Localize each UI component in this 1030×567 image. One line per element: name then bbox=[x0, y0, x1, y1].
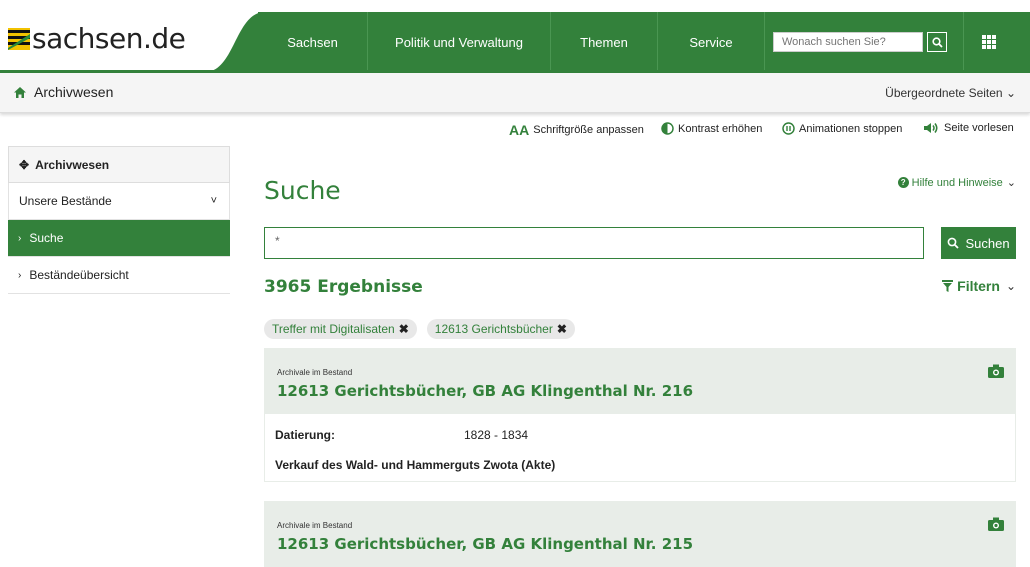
result-kicker: Archivale im Bestand bbox=[277, 368, 353, 377]
active-filters: Treffer mit Digitalisaten ✖ 12613 Gerich… bbox=[264, 319, 575, 339]
contrast-label: Kontrast erhöhen bbox=[678, 122, 763, 135]
search-button[interactable]: Suchen bbox=[941, 227, 1016, 259]
result-count: 3965 Ergebnisse bbox=[264, 277, 423, 297]
filter-chip-label: 12613 Gerichtsbücher bbox=[434, 322, 553, 336]
search-button-label: Suchen bbox=[965, 235, 1010, 251]
nav-service[interactable]: Service bbox=[658, 12, 765, 72]
saxony-coat-of-arms-icon bbox=[8, 27, 30, 50]
chevron-down-icon: ˅ bbox=[210, 195, 217, 207]
sidebar-item-suche[interactable]: › Suche bbox=[8, 220, 230, 257]
animations-label: Animationen stoppen bbox=[799, 122, 903, 135]
grid-icon bbox=[982, 35, 996, 49]
parent-pages-label: Übergeordnete Seiten bbox=[885, 86, 1003, 100]
main-navigation: Sachsen Politik und Verwaltung Themen Se… bbox=[258, 12, 1030, 72]
contrast-icon bbox=[661, 122, 674, 135]
filter-chip[interactable]: 12613 Gerichtsbücher ✖ bbox=[426, 319, 575, 339]
accessibility-toolbar: AA Schriftgröße anpassen Kontrast erhöhe… bbox=[0, 122, 1030, 142]
logo-text: sachsen.de bbox=[32, 22, 186, 55]
search-icon bbox=[948, 237, 960, 249]
nav-politik-verwaltung[interactable]: Politik und Verwaltung bbox=[368, 12, 551, 72]
result-title-link[interactable]: 12613 Gerichtsbücher, GB AG Klingenthal … bbox=[277, 382, 693, 400]
home-icon bbox=[14, 86, 26, 98]
sidebar-item-label: Unsere Bestände bbox=[19, 194, 112, 208]
nav-themen[interactable]: Themen bbox=[551, 12, 658, 72]
chevron-down-icon: ⌄ bbox=[1005, 86, 1016, 100]
sidebar: ✥ Archivwesen Unsere Bestände ˅ › Suche … bbox=[8, 146, 230, 294]
result-card-header: Archivale im Bestand 12613 Gerichtsbüche… bbox=[264, 501, 1016, 567]
search-icon bbox=[931, 36, 943, 48]
search-input[interactable]: * bbox=[264, 227, 924, 259]
result-description: Verkauf des Wald- und Hammerguts Zwota (… bbox=[275, 458, 556, 472]
close-icon[interactable]: ✖ bbox=[399, 322, 409, 336]
close-icon[interactable]: ✖ bbox=[557, 322, 567, 336]
pause-icon bbox=[782, 122, 795, 135]
chevron-right-icon: › bbox=[18, 269, 22, 281]
help-link[interactable]: ? Hilfe und Hinweise ⌄ bbox=[897, 176, 1016, 189]
filter-chip[interactable]: Treffer mit Digitalisaten ✖ bbox=[264, 319, 417, 339]
section-bar: Archivwesen Übergeordnete Seiten ⌄ bbox=[0, 73, 1030, 113]
chevron-down-icon: ⌄ bbox=[1006, 177, 1016, 189]
contrast-tool[interactable]: Kontrast erhöhen bbox=[661, 122, 762, 135]
filter-toggle[interactable]: Filtern ⌄ bbox=[942, 278, 1016, 294]
header-search-input[interactable] bbox=[773, 32, 923, 52]
result-card-header: Archivale im Bestand 12613 Gerichtsbüche… bbox=[264, 348, 1016, 414]
nav-sachsen[interactable]: Sachsen bbox=[258, 12, 368, 72]
sidebar-item-label: Archivwesen bbox=[35, 157, 110, 172]
chevron-down-icon: ⌄ bbox=[1005, 279, 1016, 293]
section-home-link[interactable]: Archivwesen bbox=[14, 84, 113, 100]
camera-icon bbox=[988, 517, 1004, 531]
filter-icon bbox=[942, 280, 954, 292]
read-aloud-label: Seite vorlesen bbox=[944, 122, 1014, 134]
sidebar-item-bestaende[interactable]: Unsere Bestände ˅ bbox=[8, 183, 230, 220]
result-card-body: Datierung: 1828 - 1834 Verkauf des Wald-… bbox=[264, 414, 1016, 482]
sidebar-item-label: Suche bbox=[29, 231, 64, 245]
animations-tool[interactable]: Animationen stoppen bbox=[782, 122, 902, 135]
speaker-icon bbox=[924, 123, 938, 133]
sidebar-item-label: Beständeübersicht bbox=[29, 268, 129, 282]
font-size-tool[interactable]: AA Schriftgröße anpassen bbox=[509, 122, 644, 138]
result-card: Archivale im Bestand 12613 Gerichtsbüche… bbox=[264, 348, 1016, 482]
filter-chip-label: Treffer mit Digitalisaten bbox=[272, 322, 395, 336]
header-search bbox=[765, 12, 964, 72]
header-search-button[interactable] bbox=[927, 32, 947, 52]
apps-menu-button[interactable] bbox=[964, 12, 1014, 72]
font-size-label: Schriftgröße anpassen bbox=[533, 124, 644, 136]
help-label: Hilfe und Hinweise bbox=[911, 176, 1003, 189]
site-header: sachsen.de Sachsen Politik und Verwaltun… bbox=[0, 0, 1030, 74]
result-card: Archivale im Bestand 12613 Gerichtsbüche… bbox=[264, 501, 1016, 567]
bullet-icon: ✥ bbox=[19, 157, 30, 172]
camera-icon bbox=[988, 364, 1004, 378]
result-title-link[interactable]: 12613 Gerichtsbücher, GB AG Klingenthal … bbox=[277, 535, 693, 553]
question-icon: ? bbox=[897, 177, 909, 188]
page-title: Suche bbox=[264, 176, 341, 205]
parent-pages-dropdown[interactable]: Übergeordnete Seiten ⌄ bbox=[885, 86, 1016, 100]
filter-label: Filtern bbox=[957, 278, 1000, 294]
sidebar-item-bestaendeuebersicht[interactable]: › Beständeübersicht bbox=[8, 257, 230, 294]
section-home-label: Archivwesen bbox=[34, 84, 114, 100]
sidebar-item-archivwesen[interactable]: ✥ Archivwesen bbox=[8, 146, 230, 183]
site-logo[interactable]: sachsen.de bbox=[8, 22, 186, 55]
font-size-icon: AA bbox=[509, 122, 530, 138]
result-kicker: Archivale im Bestand bbox=[277, 521, 353, 530]
date-value: 1828 - 1834 bbox=[464, 428, 529, 442]
chevron-right-icon: › bbox=[18, 232, 22, 244]
date-label: Datierung: bbox=[275, 428, 335, 442]
read-aloud-tool[interactable]: Seite vorlesen bbox=[924, 122, 1014, 134]
